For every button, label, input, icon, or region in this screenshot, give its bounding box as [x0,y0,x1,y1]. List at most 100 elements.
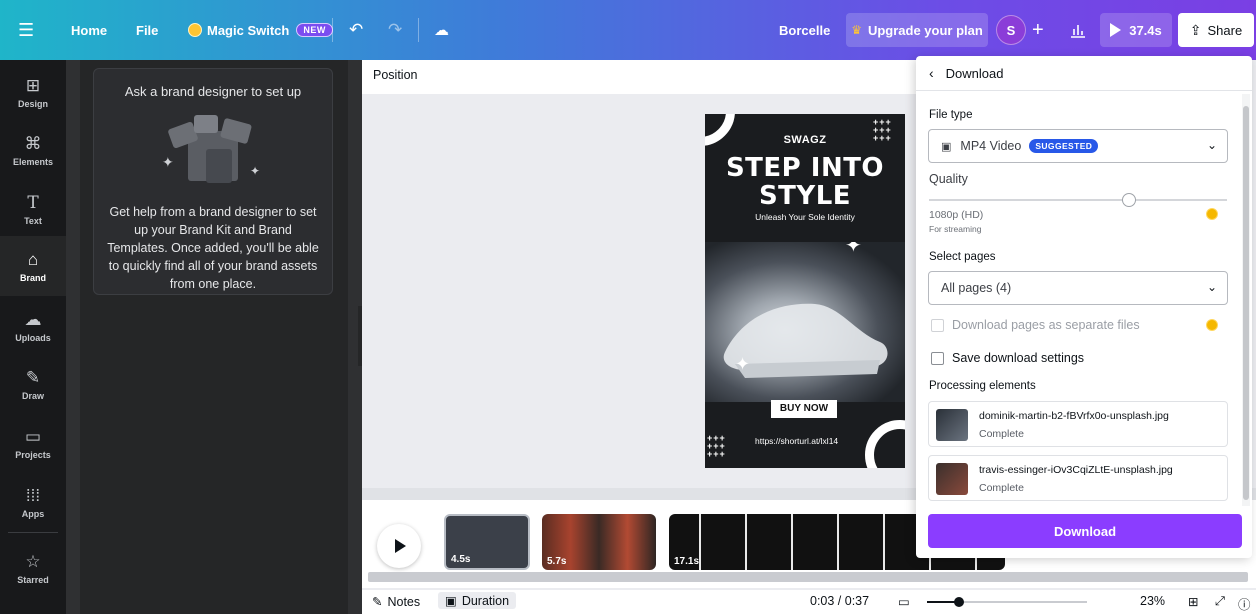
rail-item-uploads[interactable]: ☁ Uploads [0,300,66,352]
timeline-play-button[interactable] [377,524,421,568]
top-bar: ☰ Home File Magic Switch NEW ↶ ↷ ☁ Borce… [0,0,1256,60]
download-header: ‹ Download [916,56,1252,91]
design-subtitle[interactable]: Unleash Your Sole Identity [705,212,905,222]
upgrade-label: Upgrade your plan [867,22,983,38]
magic-switch-icon [188,23,202,37]
scrollbar-thumb[interactable] [1243,106,1249,500]
context-toolbar: Position [362,60,922,94]
quality-label: Quality [929,172,968,186]
svg-text:✦: ✦ [845,242,862,257]
rail-item-elements[interactable]: ⌘ Elements [0,124,66,176]
sneaker-photo[interactable]: ✦ ✦ [705,235,905,402]
add-collaborator-icon[interactable]: + [1032,0,1044,60]
pages-select[interactable]: All pages (4) ⌄ [928,271,1228,305]
timeline-clip[interactable]: 4.5s [444,514,530,570]
upgrade-plan-button[interactable]: ♛ Upgrade your plan [846,13,988,47]
premium-crown-icon [1206,208,1218,220]
playback-time: 0:03 / 0:37 [810,594,870,608]
divider [8,532,58,533]
share-button[interactable]: ⇪ Share [1178,13,1254,47]
download-panel-scrollbar[interactable] [1242,94,1250,506]
timeline-clip[interactable]: 5.7s [542,514,656,570]
file-type-label: File type [929,109,973,121]
brand-name-title[interactable]: Borcelle [779,0,830,60]
download-title: Download [945,65,1004,81]
clip-duration: 5.7s [547,556,567,567]
duration-button[interactable]: ▣ Duration [438,592,517,609]
magic-switch-label: Magic Switch [207,22,290,38]
layout-icon: ⊞ [25,75,41,95]
processing-file-item: dominik-martin-b2-fBVrfx0o-unsplash.jpg … [928,401,1228,447]
pages-value: All pages (4) [941,281,1012,295]
select-pages-label: Select pages [929,251,996,263]
save-settings-option[interactable]: Save download settings [931,351,1084,365]
play-icon [1110,23,1122,37]
rail-item-projects[interactable]: ▭ Projects [0,417,66,469]
file-type-value: MP4 Video [960,139,1022,153]
file-menu-button[interactable]: File [136,0,158,60]
rail-item-starred[interactable]: ☆ Starred [0,542,66,594]
brand-icon: ⌂ [27,249,39,269]
file-status: Complete [979,428,1024,440]
timeline-scrollbar[interactable] [368,572,1248,582]
rail-item-design[interactable]: ⊞ Design [0,66,66,118]
quality-value: 1080p (HD) [929,209,984,221]
quality-slider-handle[interactable] [1121,193,1136,207]
redo-icon[interactable]: ↷ [388,0,402,60]
folder-icon: ▭ [24,426,42,446]
zoom-slider-handle[interactable] [954,597,964,607]
download-button[interactable]: Download [928,514,1242,548]
design-url[interactable]: https://shorturl.at/lxl14 [755,436,838,446]
file-thumbnail [936,463,968,495]
notes-label: Notes [387,594,421,609]
processing-label: Processing elements [929,380,1036,392]
position-button[interactable]: Position [373,68,417,82]
clip-duration: 17.1s [674,556,700,567]
svg-text:✦: ✦ [735,354,750,374]
zoom-level[interactable]: 23% [1140,594,1165,608]
pen-icon: ✎ [25,367,41,387]
separate-files-checkbox[interactable] [931,318,944,332]
separate-files-option[interactable]: Download pages as separate files [931,318,1140,332]
fit-screen-icon[interactable]: ▭ [898,594,910,609]
headline-line-2: STYLE [758,181,852,211]
undo-icon[interactable]: ↶ [349,0,363,60]
file-name: travis-essinger-iOv3CqiZLtE-unsplash.jpg [979,464,1173,476]
cloud-saved-icon[interactable]: ☁ [434,0,449,60]
home-button[interactable]: Home [71,0,107,60]
save-settings-checkbox[interactable] [931,351,944,365]
quality-slider[interactable] [929,193,1227,207]
rail-label: Projects [15,449,51,460]
fullscreen-icon[interactable]: ⤢ [1215,594,1225,609]
rail-label: Draw [21,390,44,401]
rail-item-text[interactable]: T Text [0,183,66,235]
present-play-button[interactable]: 37.4s [1100,13,1172,47]
brand-designer-card[interactable]: Ask a brand designer to set up ✦ ✦ Get h… [93,68,333,295]
file-type-select[interactable]: ▣ MP4 Video SUGGESTED ⌄ [928,129,1228,163]
brand-card-title: Ask a brand designer to set up [124,84,302,99]
rail-item-apps[interactable]: ⁞⁞⁞ Apps [0,476,66,528]
insights-icon[interactable] [1070,0,1086,60]
notes-button[interactable]: ✎ Notes [372,594,421,610]
help-icon[interactable]: ⓘ [1238,594,1251,613]
avatar[interactable]: S [996,15,1026,45]
design-headline[interactable]: STEP INTO STYLE [705,154,905,210]
rail-item-brand[interactable]: ⌂ Brand [0,236,66,296]
rail-item-draw[interactable]: ✎ Draw [0,358,66,410]
new-badge: NEW [296,23,333,37]
design-page[interactable]: +++ +++ +++ SWAGZ STEP INTO STYLE Unleash … [705,114,905,468]
star-icon: ☆ [25,551,41,571]
rail-label: Design [17,98,48,109]
svg-text:✦: ✦ [162,154,174,170]
panel-scrollbar[interactable] [66,60,80,614]
zoom-slider[interactable] [927,597,1087,607]
text-icon: T [27,192,39,213]
divider [332,18,333,42]
design-brand-text[interactable]: SWAGZ [705,134,905,146]
file-thumbnail [936,409,968,441]
menu-icon[interactable]: ☰ [18,0,34,60]
grid-view-icon[interactable]: ⊞ [1188,594,1198,609]
back-chevron-icon[interactable]: ‹ [929,65,934,81]
buy-now-button[interactable]: BUY NOW [771,400,837,418]
magic-switch-button[interactable]: Magic Switch NEW [188,0,333,60]
